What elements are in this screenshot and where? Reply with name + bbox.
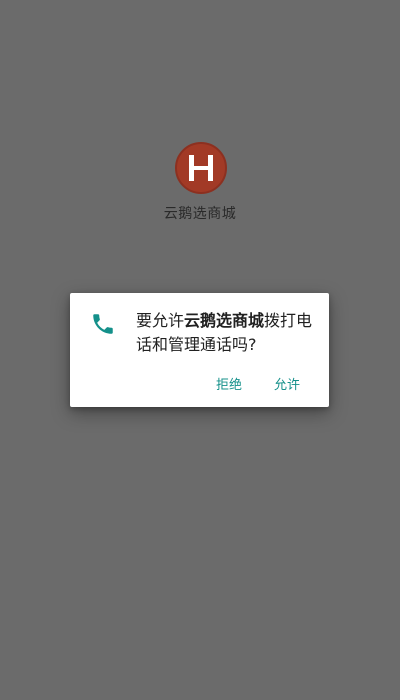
permission-message: 要允许云鹅选商城拨打电话和管理通话吗? [136,309,326,357]
message-app-name: 云鹅选商城 [184,311,265,330]
app-logo [175,142,227,194]
h-letter-icon [189,155,213,181]
screen-dim-overlay: 云鹅选商城 要允许云鹅选商城拨打电话和管理通话吗? 拒绝 允许 [0,0,400,700]
allow-button[interactable]: 允许 [270,372,304,395]
app-name: 云鹅选商城 [163,206,237,222]
phone-icon [93,314,113,334]
message-prefix: 要允许 [136,311,185,330]
permission-dialog: 要允许云鹅选商城拨打电话和管理通话吗? 拒绝 允许 [70,293,329,407]
deny-button[interactable]: 拒绝 [212,372,246,395]
